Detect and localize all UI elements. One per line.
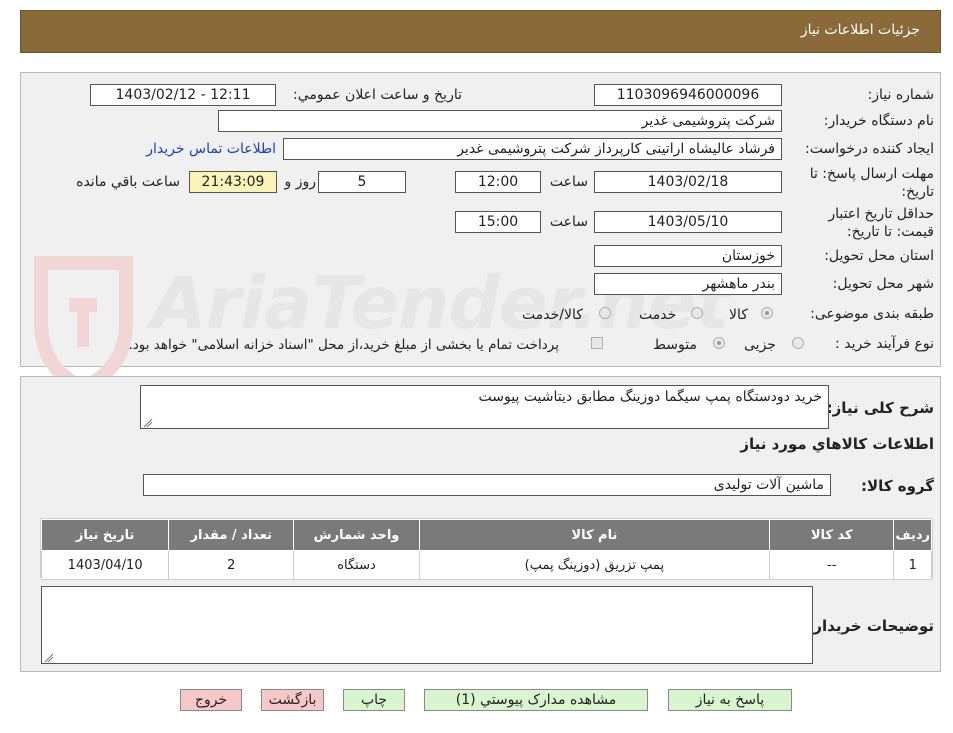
cell-item-name: پمپ تزریق (دوزینگ پمپ): [418, 550, 770, 580]
items-panel: شرح کلی نیاز: خرید دودستگاه پمپ سیگما دو…: [20, 376, 941, 672]
category-radio-goods-service[interactable]: [599, 307, 611, 319]
col-header-item-code: کد کالا: [768, 519, 895, 551]
requester-field: فرشاد عالیشاه اراتینی کارپرداز شرکت پترو…: [283, 138, 782, 160]
category-option-goods: کالا: [729, 307, 748, 323]
remaining-time-label: ساعت باقي مانده: [76, 174, 180, 190]
page-header: جزئیات اطلاعات نیاز: [20, 10, 941, 53]
category-label: طبقه بندی موضوعی:: [810, 306, 934, 322]
goods-info-heading: اطلاعات کالاهاي مورد نياز: [740, 435, 934, 453]
goods-table: رديف کد کالا نام کالا واحد شمارش تعداد /…: [40, 519, 932, 580]
reply-to-need-button[interactable]: پاسخ به نياز: [668, 689, 792, 711]
province-field: خوزستان: [594, 245, 782, 267]
deadline-label: مهلت ارسال پاسخ: تا: [809, 166, 934, 182]
buyer-contact-link[interactable]: اطلاعات تماس خريدار: [146, 141, 276, 157]
buyer-notes-label: توضيحات خريدار:: [807, 617, 934, 635]
cell-need-date: 1403/04/10: [40, 550, 170, 580]
validity-label: حداقل تاریخ اعتبار: [828, 206, 934, 222]
deadline-date-field: 1403/02/18: [594, 171, 782, 193]
cell-quantity: 2: [168, 550, 295, 580]
back-button[interactable]: بازگشت: [261, 689, 324, 711]
goods-group-label: گروه کالا:: [861, 477, 934, 495]
days-label: روز و: [284, 174, 317, 190]
print-button[interactable]: چاپ: [343, 689, 405, 711]
need-summary-field[interactable]: خرید دودستگاه پمپ سیگما دوزینگ مطابق دیت…: [140, 385, 829, 429]
need-number-label: شماره نیاز:: [867, 87, 935, 103]
need-summary-text: خرید دودستگاه پمپ سیگما دوزینگ مطابق دیت…: [478, 389, 822, 405]
table-header-row: رديف کد کالا نام کالا واحد شمارش تعداد /…: [40, 519, 932, 551]
watermark-shield-icon: [31, 253, 161, 396]
announce-date-label: تاریخ و ساعت اعلان عمومي:: [293, 87, 462, 103]
col-header-quantity: تعداد / مقدار: [168, 519, 295, 551]
table-row: 1 -- پمپ تزریق (دوزینگ پمپ) دستگاه 2 140…: [40, 550, 932, 580]
validity-date-field: 1403/05/10: [594, 211, 782, 233]
page-title: جزئیات اطلاعات نیاز: [800, 22, 920, 38]
process-radio-medium[interactable]: [713, 337, 725, 349]
col-header-row-number: رديف: [893, 519, 932, 551]
category-radio-service[interactable]: [691, 307, 703, 319]
cell-unit: دستگاه: [293, 550, 420, 580]
validity-label-2: قیمت: تا تاریخ:: [846, 224, 934, 240]
city-label: شهر محل تحویل:: [832, 276, 934, 292]
category-radio-goods[interactable]: [761, 307, 773, 319]
province-label: استان محل تحویل:: [824, 248, 934, 264]
treasury-payment-note: پرداخت تمام یا بخشی از مبلغ خرید،از محل …: [128, 337, 559, 353]
exit-button[interactable]: خروج: [180, 689, 242, 711]
remaining-time-field: 21:43:09: [189, 171, 277, 193]
resize-grip-icon[interactable]: [44, 651, 54, 663]
deadline-label-2: تاریخ:: [901, 184, 934, 200]
deadline-time-field: 12:00: [455, 171, 541, 193]
process-radio-minor[interactable]: [792, 337, 804, 349]
days-remaining-field: 5: [318, 171, 406, 193]
validity-time-field: 15:00: [455, 211, 541, 233]
need-summary-label: شرح کلی نیاز:: [826, 399, 934, 417]
category-option-goods-service: کالا/خدمت: [522, 307, 583, 323]
details-panel: AriaTender.net شماره نیاز: 1103096946000…: [20, 72, 941, 396]
goods-table-frame: رديف کد کالا نام کالا واحد شمارش تعداد /…: [40, 518, 933, 580]
announce-date-field: 1403/02/12 - 12:11: [90, 84, 276, 106]
process-label: نوع فرآیند خرید :: [835, 336, 934, 352]
city-field: بندر ماهشهر: [594, 273, 782, 295]
requester-label: ايجاد کننده درخواست:: [805, 141, 934, 157]
col-header-unit: واحد شمارش: [293, 519, 420, 551]
validity-time-label: ساعت: [549, 214, 588, 230]
process-option-minor: جزیی: [744, 337, 776, 353]
category-option-service: خدمت: [639, 307, 677, 323]
goods-group-field: ماشین آلات تولیدی: [143, 474, 831, 496]
buyer-org-field: شرکت پتروشیمی غدیر: [218, 110, 782, 132]
buyer-org-label: نام دستگاه خريدار:: [823, 113, 934, 129]
need-number-field: 1103096946000096: [594, 84, 782, 106]
view-attachments-button[interactable]: مشاهده مدارک پيوستي (1): [424, 689, 648, 711]
process-option-medium: متوسط: [653, 337, 697, 353]
treasury-payment-checkbox[interactable]: [591, 337, 603, 349]
cell-item-code: --: [768, 550, 895, 580]
resize-grip-icon[interactable]: [143, 416, 153, 428]
col-header-need-date: تاريخ نياز: [40, 519, 170, 551]
col-header-item-name: نام کالا: [418, 519, 770, 551]
buyer-notes-field[interactable]: [41, 586, 813, 664]
cell-row-number: 1: [893, 550, 932, 580]
deadline-time-label: ساعت: [549, 174, 588, 190]
